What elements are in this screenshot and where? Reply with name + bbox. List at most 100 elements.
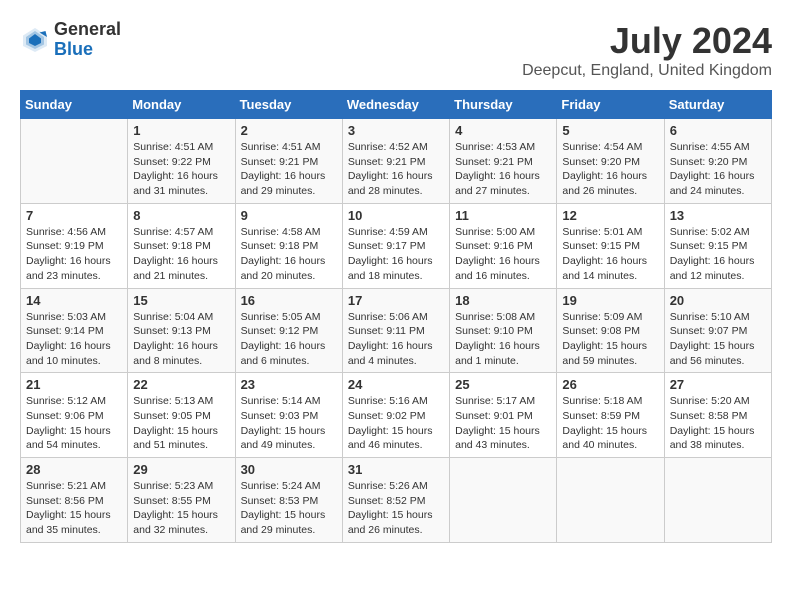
day-info: Sunrise: 5:16 AMSunset: 9:02 PMDaylight:… bbox=[348, 394, 444, 453]
day-number: 26 bbox=[562, 377, 658, 392]
logo: General Blue bbox=[20, 20, 121, 60]
header-cell-tuesday: Tuesday bbox=[235, 91, 342, 119]
calendar-cell: 18Sunrise: 5:08 AMSunset: 9:10 PMDayligh… bbox=[450, 288, 557, 373]
header-cell-friday: Friday bbox=[557, 91, 664, 119]
header-row: SundayMondayTuesdayWednesdayThursdayFrid… bbox=[21, 91, 772, 119]
calendar-cell: 4 Sunrise: 4:53 AMSunset: 9:21 PMDaylight… bbox=[450, 119, 557, 204]
day-info: Sunrise: 5:20 AMSunset: 8:58 PMDaylight:… bbox=[670, 394, 766, 453]
calendar-cell: 26 Sunrise: 5:18 AMSunset: 8:59 PMDayligh… bbox=[557, 373, 664, 458]
calendar-cell: 7 Sunrise: 4:56 AMSunset: 9:19 PMDaylight… bbox=[21, 203, 128, 288]
calendar-cell: 28 Sunrise: 5:21 AMSunset: 8:56 PMDayligh… bbox=[21, 458, 128, 543]
calendar-cell bbox=[557, 458, 664, 543]
calendar-cell: 3 Sunrise: 4:52 AMSunset: 9:21 PMDaylight… bbox=[342, 119, 449, 204]
calendar-cell: 29 Sunrise: 5:23 AMSunset: 8:55 PMDayligh… bbox=[128, 458, 235, 543]
calendar-cell: 20 Sunrise: 5:10 AMSunset: 9:07 PMDayligh… bbox=[664, 288, 771, 373]
day-number: 17 bbox=[348, 293, 444, 308]
day-number: 28 bbox=[26, 462, 122, 477]
calendar-cell: 19Sunrise: 5:09 AMSunset: 9:08 PMDayligh… bbox=[557, 288, 664, 373]
day-info: Sunrise: 4:51 AMSunset: 9:22 PMDaylight:… bbox=[133, 140, 229, 199]
calendar-cell: 6Sunrise: 4:55 AMSunset: 9:20 PMDaylight… bbox=[664, 119, 771, 204]
day-number: 13 bbox=[670, 208, 766, 223]
day-number: 22 bbox=[133, 377, 229, 392]
day-number: 7 bbox=[26, 208, 122, 223]
day-info: Sunrise: 5:00 AMSunset: 9:16 PMDaylight:… bbox=[455, 225, 551, 284]
calendar-cell bbox=[21, 119, 128, 204]
day-info: Sunrise: 4:56 AMSunset: 9:19 PMDaylight:… bbox=[26, 225, 122, 284]
day-info: Sunrise: 5:04 AMSunset: 9:13 PMDaylight:… bbox=[133, 310, 229, 369]
day-number: 3 bbox=[348, 123, 444, 138]
day-number: 8 bbox=[133, 208, 229, 223]
calendar-cell: 30 Sunrise: 5:24 AMSunset: 8:53 PMDayligh… bbox=[235, 458, 342, 543]
logo-general-text: General bbox=[54, 20, 121, 40]
day-number: 5 bbox=[562, 123, 658, 138]
calendar-cell: 8 Sunrise: 4:57 AMSunset: 9:18 PMDaylight… bbox=[128, 203, 235, 288]
day-number: 16 bbox=[241, 293, 337, 308]
calendar-cell bbox=[664, 458, 771, 543]
day-info: Sunrise: 5:14 AMSunset: 9:03 PMDaylight:… bbox=[241, 394, 337, 453]
calendar-cell: 25Sunrise: 5:17 AMSunset: 9:01 PMDayligh… bbox=[450, 373, 557, 458]
calendar-cell: 5 Sunrise: 4:54 AMSunset: 9:20 PMDaylight… bbox=[557, 119, 664, 204]
calendar-cell: 16 Sunrise: 5:05 AMSunset: 9:12 PMDayligh… bbox=[235, 288, 342, 373]
day-info: Sunrise: 4:55 AMSunset: 9:20 PMDaylight:… bbox=[670, 140, 766, 199]
title-block: July 2024 Deepcut, England, United Kingd… bbox=[522, 20, 772, 80]
day-info: Sunrise: 5:24 AMSunset: 8:53 PMDaylight:… bbox=[241, 479, 337, 538]
day-number: 30 bbox=[241, 462, 337, 477]
calendar-week-row: 28 Sunrise: 5:21 AMSunset: 8:56 PMDayligh… bbox=[21, 458, 772, 543]
calendar-cell: 27 Sunrise: 5:20 AMSunset: 8:58 PMDayligh… bbox=[664, 373, 771, 458]
day-info: Sunrise: 5:06 AMSunset: 9:11 PMDaylight:… bbox=[348, 310, 444, 369]
day-number: 2 bbox=[241, 123, 337, 138]
day-number: 25 bbox=[455, 377, 551, 392]
day-info: Sunrise: 5:18 AMSunset: 8:59 PMDaylight:… bbox=[562, 394, 658, 453]
day-info: Sunrise: 5:05 AMSunset: 9:12 PMDaylight:… bbox=[241, 310, 337, 369]
header-cell-monday: Monday bbox=[128, 91, 235, 119]
calendar-week-row: 1 Sunrise: 4:51 AMSunset: 9:22 PMDaylight… bbox=[21, 119, 772, 204]
calendar-cell: 21Sunrise: 5:12 AMSunset: 9:06 PMDayligh… bbox=[21, 373, 128, 458]
day-info: Sunrise: 4:52 AMSunset: 9:21 PMDaylight:… bbox=[348, 140, 444, 199]
calendar-cell: 22Sunrise: 5:13 AMSunset: 9:05 PMDayligh… bbox=[128, 373, 235, 458]
calendar-week-row: 21Sunrise: 5:12 AMSunset: 9:06 PMDayligh… bbox=[21, 373, 772, 458]
day-info: Sunrise: 5:01 AMSunset: 9:15 PMDaylight:… bbox=[562, 225, 658, 284]
calendar-cell: 10Sunrise: 4:59 AMSunset: 9:17 PMDayligh… bbox=[342, 203, 449, 288]
day-number: 12 bbox=[562, 208, 658, 223]
header-cell-sunday: Sunday bbox=[21, 91, 128, 119]
calendar-cell: 9Sunrise: 4:58 AMSunset: 9:18 PMDaylight… bbox=[235, 203, 342, 288]
day-info: Sunrise: 4:58 AMSunset: 9:18 PMDaylight:… bbox=[241, 225, 337, 284]
day-info: Sunrise: 5:26 AMSunset: 8:52 PMDaylight:… bbox=[348, 479, 444, 538]
page-header: General Blue July 2024 Deepcut, England,… bbox=[20, 20, 772, 80]
location-text: Deepcut, England, United Kingdom bbox=[522, 62, 772, 80]
logo-icon bbox=[20, 25, 50, 55]
day-info: Sunrise: 4:53 AMSunset: 9:21 PMDaylight:… bbox=[455, 140, 551, 199]
day-number: 20 bbox=[670, 293, 766, 308]
day-info: Sunrise: 5:03 AMSunset: 9:14 PMDaylight:… bbox=[26, 310, 122, 369]
day-number: 24 bbox=[348, 377, 444, 392]
day-number: 1 bbox=[133, 123, 229, 138]
day-info: Sunrise: 5:21 AMSunset: 8:56 PMDaylight:… bbox=[26, 479, 122, 538]
day-number: 31 bbox=[348, 462, 444, 477]
calendar-cell: 23 Sunrise: 5:14 AMSunset: 9:03 PMDayligh… bbox=[235, 373, 342, 458]
calendar-week-row: 7 Sunrise: 4:56 AMSunset: 9:19 PMDaylight… bbox=[21, 203, 772, 288]
day-info: Sunrise: 4:54 AMSunset: 9:20 PMDaylight:… bbox=[562, 140, 658, 199]
day-number: 23 bbox=[241, 377, 337, 392]
calendar-cell: 24 Sunrise: 5:16 AMSunset: 9:02 PMDayligh… bbox=[342, 373, 449, 458]
day-number: 4 bbox=[455, 123, 551, 138]
calendar-cell: 12 Sunrise: 5:01 AMSunset: 9:15 PMDayligh… bbox=[557, 203, 664, 288]
day-info: Sunrise: 5:23 AMSunset: 8:55 PMDaylight:… bbox=[133, 479, 229, 538]
calendar-cell bbox=[450, 458, 557, 543]
day-number: 19 bbox=[562, 293, 658, 308]
calendar-table: SundayMondayTuesdayWednesdayThursdayFrid… bbox=[20, 90, 772, 543]
day-info: Sunrise: 5:12 AMSunset: 9:06 PMDaylight:… bbox=[26, 394, 122, 453]
calendar-cell: 11Sunrise: 5:00 AMSunset: 9:16 PMDayligh… bbox=[450, 203, 557, 288]
calendar-cell: 2Sunrise: 4:51 AMSunset: 9:21 PMDaylight… bbox=[235, 119, 342, 204]
header-cell-thursday: Thursday bbox=[450, 91, 557, 119]
calendar-cell: 13Sunrise: 5:02 AMSunset: 9:15 PMDayligh… bbox=[664, 203, 771, 288]
day-number: 27 bbox=[670, 377, 766, 392]
calendar-cell: 14Sunrise: 5:03 AMSunset: 9:14 PMDayligh… bbox=[21, 288, 128, 373]
day-number: 29 bbox=[133, 462, 229, 477]
day-info: Sunrise: 5:10 AMSunset: 9:07 PMDaylight:… bbox=[670, 310, 766, 369]
header-cell-saturday: Saturday bbox=[664, 91, 771, 119]
day-info: Sunrise: 4:57 AMSunset: 9:18 PMDaylight:… bbox=[133, 225, 229, 284]
calendar-cell: 15Sunrise: 5:04 AMSunset: 9:13 PMDayligh… bbox=[128, 288, 235, 373]
header-cell-wednesday: Wednesday bbox=[342, 91, 449, 119]
month-year-title: July 2024 bbox=[522, 20, 772, 62]
calendar-header: SundayMondayTuesdayWednesdayThursdayFrid… bbox=[21, 91, 772, 119]
